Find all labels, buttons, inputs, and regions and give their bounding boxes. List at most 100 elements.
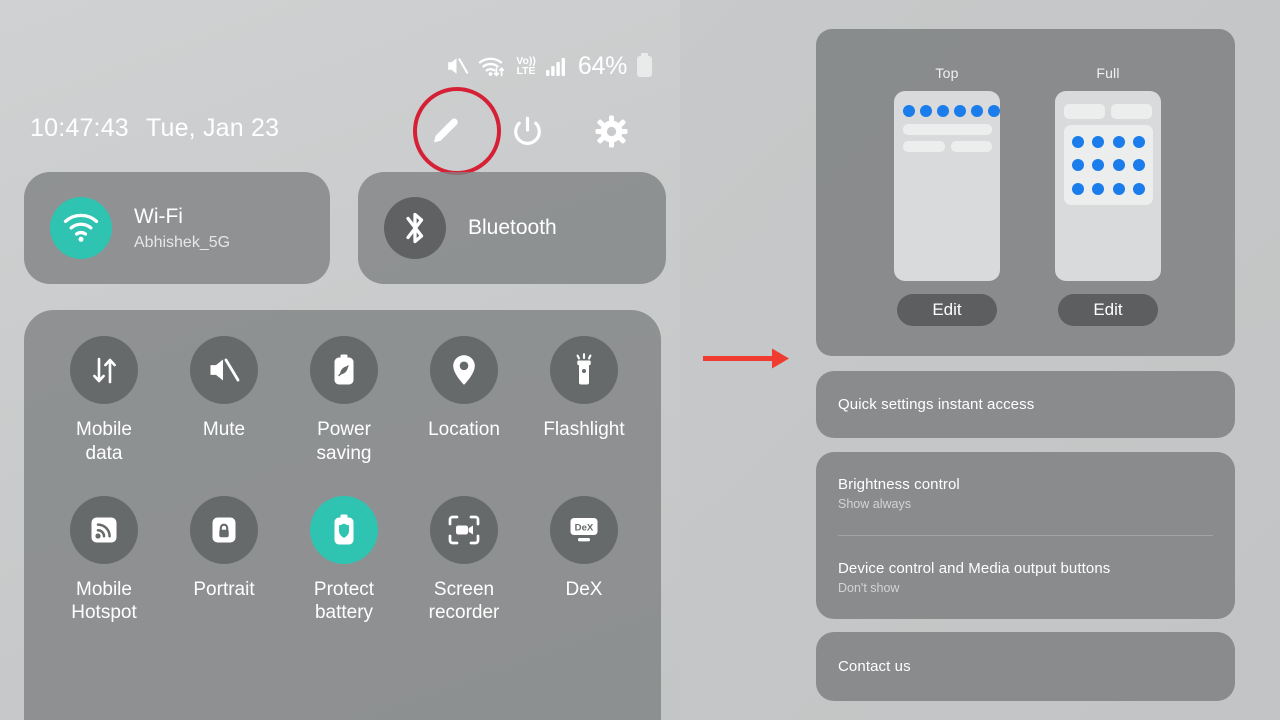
preview-chip	[1064, 104, 1105, 119]
preview-dot	[937, 105, 949, 117]
mute-icon	[190, 336, 258, 404]
preview-bar	[903, 141, 945, 152]
preview-dot	[920, 105, 932, 117]
wifi-transfer-icon	[478, 55, 507, 78]
layout-option-top-label: Top	[935, 65, 959, 81]
device-control-row[interactable]: Device control and Media output buttons …	[816, 536, 1235, 619]
protect-battery-icon	[310, 495, 378, 564]
toggle-mute[interactable]: Mute	[164, 336, 284, 466]
phone-quick-settings-panel: Vo)) LTE 64% 10:47:43 Tue, Jan 23 Wi-Fi …	[0, 0, 680, 720]
preview-dot	[1072, 182, 1085, 195]
wifi-tile[interactable]: Wi-Fi Abhishek_5G	[24, 172, 330, 284]
toggle-mobile-hotspot[interactable]: Mobile Hotspot	[44, 495, 164, 626]
toggle-portrait[interactable]: Portrait	[164, 495, 284, 626]
header-actions	[420, 108, 634, 154]
contact-us-title: Contact us	[838, 658, 911, 675]
location-pin-icon	[430, 336, 498, 404]
wifi-icon	[50, 197, 112, 259]
preview-bar	[951, 141, 992, 152]
clock-time: 10:47:43	[30, 114, 129, 142]
toggle-label: Mobile Hotspot	[71, 578, 137, 624]
battery-percent-label: 64%	[577, 51, 627, 80]
preview-dot	[1092, 135, 1105, 148]
flashlight-icon	[550, 336, 618, 404]
preview-bar	[903, 124, 992, 135]
preview-dot	[1072, 135, 1085, 148]
preview-dot	[1092, 159, 1105, 171]
brightness-control-row[interactable]: Brightness control Show always	[816, 452, 1235, 535]
edit-full-layout-button[interactable]: Edit	[1058, 294, 1158, 326]
volte-icon: Vo)) LTE	[516, 55, 536, 77]
preview-dots-row	[903, 105, 1000, 117]
preview-dot	[1112, 159, 1125, 171]
svg-text:DeX: DeX	[575, 522, 594, 533]
edit-top-layout-button[interactable]: Edit	[897, 294, 997, 326]
toggle-dex[interactable]: DeX DeX	[524, 495, 644, 626]
clock-row: 10:47:43 Tue, Jan 23	[30, 114, 279, 143]
panel-layout-card: Top Edit Full Edit	[816, 29, 1235, 356]
toggle-label: Flashlight	[543, 419, 625, 440]
settings-button[interactable]	[588, 108, 634, 154]
status-bar: Vo)) LTE 64%	[0, 50, 680, 82]
contact-us-card[interactable]: Contact us	[816, 632, 1235, 701]
power-saving-icon	[310, 336, 378, 404]
bluetooth-tile-text: Bluetooth	[468, 216, 557, 240]
rotation-lock-icon	[190, 495, 258, 564]
brightness-control-title: Brightness control	[838, 476, 960, 493]
quick-settings-instant-access-card[interactable]: Quick settings instant access	[816, 371, 1235, 438]
quick-toggles-row-1: Mobile data Mute Power saving Location F…	[24, 336, 661, 466]
toggle-protect-battery[interactable]: Protect battery	[284, 495, 404, 626]
toggle-power-saving[interactable]: Power saving	[284, 336, 404, 466]
bluetooth-icon	[384, 197, 446, 259]
toggle-label: Portrait	[193, 578, 255, 600]
preview-dot	[988, 105, 1000, 117]
toggle-label: DeX	[565, 578, 603, 600]
layout-option-top[interactable]: Top Edit	[894, 65, 1000, 326]
wifi-tile-text: Wi-Fi Abhishek_5G	[134, 205, 230, 252]
wifi-tile-title: Wi-Fi	[134, 204, 183, 228]
instant-access-row[interactable]: Quick settings instant access	[816, 371, 1235, 438]
edit-button[interactable]	[420, 108, 466, 154]
bluetooth-tile-title: Bluetooth	[468, 216, 557, 239]
signal-bars-icon	[545, 55, 567, 77]
toggle-flashlight[interactable]: Flashlight	[524, 336, 644, 466]
instant-access-title: Quick settings instant access	[838, 396, 1035, 413]
battery-icon	[637, 52, 652, 77]
full-layout-preview	[1055, 91, 1161, 281]
preview-dot	[903, 105, 915, 117]
preview-dot	[1092, 182, 1105, 195]
quick-toggles-panel: Mobile data Mute Power saving Location F…	[24, 310, 661, 720]
preview-dot	[1132, 182, 1145, 195]
mobile-data-icon	[70, 336, 138, 404]
preview-dot	[1112, 135, 1125, 148]
wifi-tile-subtitle: Abhishek_5G	[134, 233, 231, 251]
toggle-screen-recorder[interactable]: Screen recorder	[404, 495, 524, 626]
contact-us-row[interactable]: Contact us	[816, 632, 1235, 701]
preview-dot	[1132, 135, 1145, 148]
brightness-control-value: Show always	[838, 497, 911, 511]
toggle-label: Location	[428, 419, 500, 440]
display-options-card: Brightness control Show always Device co…	[816, 452, 1235, 619]
preview-dot	[971, 105, 983, 117]
preview-dots-grid	[1064, 125, 1153, 205]
toggle-location[interactable]: Location	[404, 336, 524, 466]
bluetooth-tile[interactable]: Bluetooth	[358, 172, 666, 284]
toggle-label: Mute	[202, 419, 246, 440]
layout-option-full[interactable]: Full Edit	[1055, 65, 1161, 326]
preview-dot	[1112, 182, 1125, 195]
connectivity-tiles: Wi-Fi Abhishek_5G Bluetooth	[24, 172, 666, 284]
flow-arrow	[703, 348, 789, 369]
toggle-mobile-data[interactable]: Mobile data	[44, 336, 164, 466]
toggle-label: Power saving	[316, 419, 372, 464]
quick-settings-layout-page: Top Edit Full Edit Quick settings instan…	[816, 0, 1280, 720]
hotspot-icon	[70, 495, 138, 564]
mute-icon	[445, 55, 469, 77]
quick-toggles-row-2: Mobile Hotspot Portrait Protect battery …	[24, 495, 661, 626]
power-button[interactable]	[504, 108, 550, 154]
toggle-label: Protect battery	[313, 578, 375, 624]
dex-icon: DeX	[550, 495, 618, 564]
preview-dot	[1072, 159, 1085, 171]
clock-date: Tue, Jan 23	[145, 114, 280, 142]
preview-chip	[1111, 104, 1152, 119]
volte-bottom-label: LTE	[516, 65, 536, 77]
